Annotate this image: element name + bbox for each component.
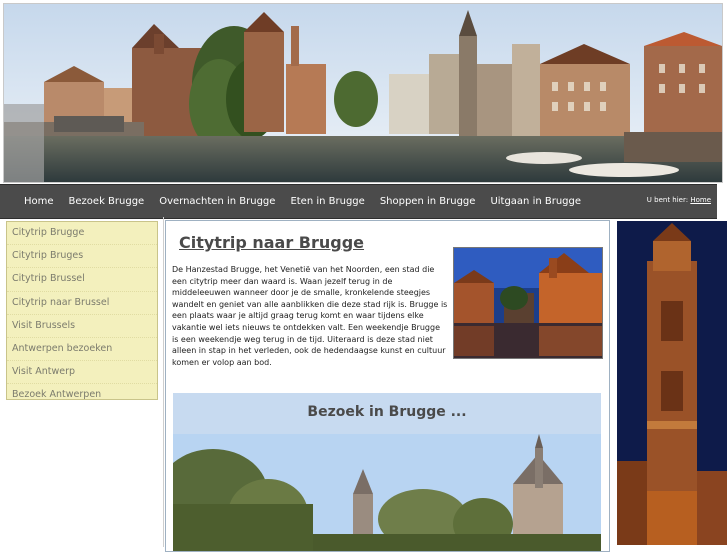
nav-item-eten[interactable]: Eten in Brugge <box>290 196 364 207</box>
church-park-photo <box>173 434 601 551</box>
nav-item-shoppen[interactable]: Shoppen in Brugge <box>380 196 476 207</box>
nav-item-uitgaan[interactable]: Uitgaan in Brugge <box>490 196 581 207</box>
sidebar-item-visit-brussels[interactable]: Visit Brussels <box>7 315 157 338</box>
sidebar-item-bezoek-antwerpen[interactable]: Bezoek Antwerpen <box>7 384 157 406</box>
sidebar-item-visit-antwerp[interactable]: Visit Antwerp <box>7 361 157 385</box>
sidebar-menu: Citytrip Brugge Citytrip Bruges Citytrip… <box>6 221 158 400</box>
page-title: Citytrip naar Brugge <box>179 233 365 252</box>
sidebar-item-antwerpen-bezoeken[interactable]: Antwerpen bezoeken <box>7 338 157 362</box>
sidebar-item-citytrip-brugge[interactable]: Citytrip Brugge <box>7 222 157 246</box>
intro-text: De Hanzestad Brugge, het Venetië van het… <box>172 265 448 367</box>
section-heading: Bezoek in Brugge ... <box>307 404 467 420</box>
main-navigation: Home Bezoek Brugge Overnachten in Brugge… <box>0 184 717 219</box>
breadcrumb-prefix: U bent hier: <box>646 196 689 204</box>
nav-item-home[interactable]: Home <box>24 196 54 207</box>
nav-item-bezoek-brugge[interactable]: Bezoek Brugge <box>69 196 145 207</box>
breadcrumb: U bent hier: Home <box>647 196 711 204</box>
nav-item-overnachten[interactable]: Overnachten in Brugge <box>159 196 275 207</box>
section-header-bezoek: Bezoek in Brugge ... <box>173 393 601 434</box>
canal-night-photo <box>453 247 603 359</box>
belfry-photo <box>617 221 727 545</box>
column-divider <box>163 217 164 547</box>
sidebar-item-citytrip-bruges[interactable]: Citytrip Bruges <box>7 245 157 269</box>
sidebar-item-citytrip-brussel[interactable]: Citytrip Brussel <box>7 268 157 292</box>
main-content: Citytrip naar Brugge De Hanzestad Brugge… <box>165 220 610 552</box>
breadcrumb-home-link[interactable]: Home <box>690 196 711 204</box>
header-banner-image <box>3 3 723 183</box>
sidebar-item-citytrip-naar-brussel[interactable]: Citytrip naar Brussel <box>7 292 157 315</box>
